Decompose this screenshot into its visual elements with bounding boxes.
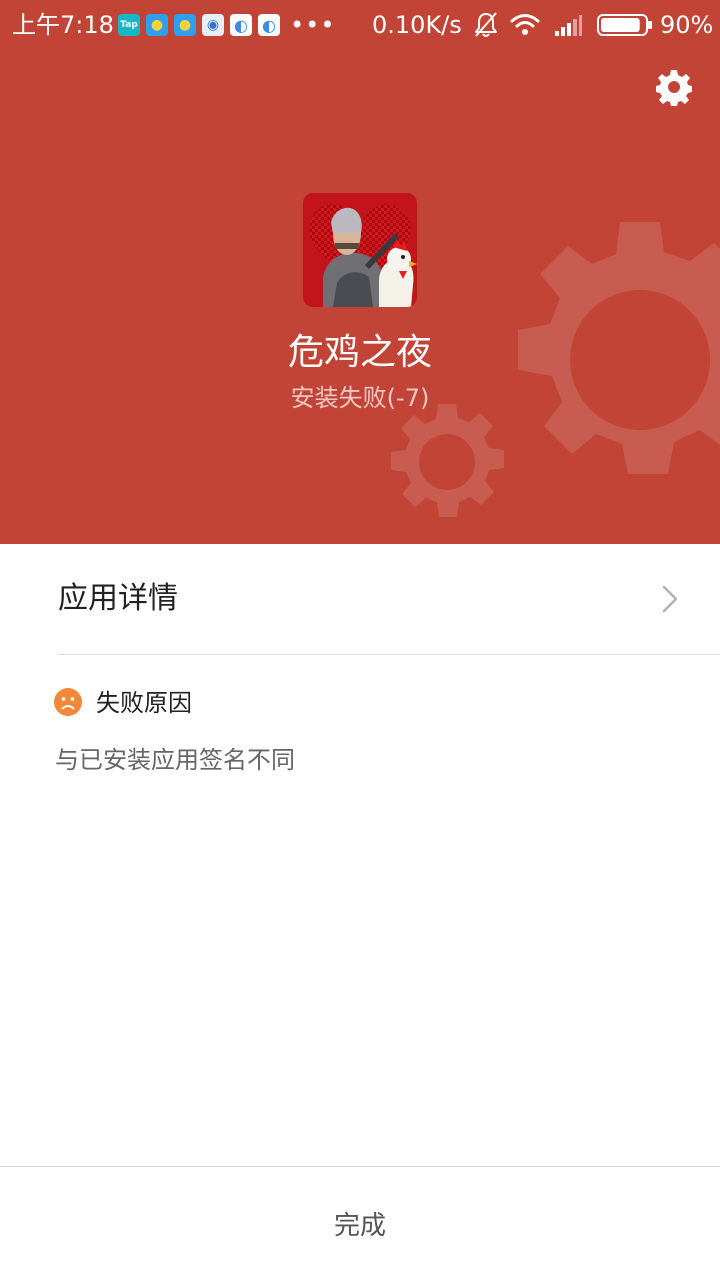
bottom-action-bar: 完成 xyxy=(0,1166,720,1280)
browser-icon: ◐ xyxy=(258,14,280,36)
sad-face-icon xyxy=(54,688,82,716)
network-speed: 0.10K/s xyxy=(372,11,462,39)
signal-icon xyxy=(555,15,582,36)
settings-gear-icon[interactable] xyxy=(654,67,694,107)
wifi-icon xyxy=(510,14,540,35)
bell-muted-icon xyxy=(475,12,497,37)
install-status: 安装失败(-7) xyxy=(290,384,430,412)
more-notifications-indicator: ••• xyxy=(290,11,336,39)
app-details-row[interactable]: 应用详情 xyxy=(0,544,720,654)
app-details-label: 应用详情 xyxy=(58,581,178,616)
failure-reason-title: 失败原因 xyxy=(96,689,192,717)
failure-reason-text: 与已安装应用签名不同 xyxy=(55,746,295,774)
status-time: 上午7:18 xyxy=(12,11,114,39)
battery-percentage: 90% xyxy=(660,11,714,39)
app-store-icon: ◉ xyxy=(202,14,224,36)
battery-icon xyxy=(597,14,652,36)
app-name: 危鸡之夜 xyxy=(287,332,432,373)
install-result-header: 上午7:18 Tap ● ● ◉ ◐ ◐ ••• 0.10K/s 90% 危鸡之… xyxy=(0,0,720,544)
qq-icon: ● xyxy=(174,14,196,36)
browser-icon: ◐ xyxy=(230,14,252,36)
done-button[interactable]: 完成 xyxy=(0,1167,720,1280)
notification-icons: Tap ● ● ◉ ◐ ◐ ••• xyxy=(118,12,335,38)
app-icon xyxy=(303,193,417,307)
taptap-icon: Tap xyxy=(118,14,140,36)
qq-icon: ● xyxy=(146,14,168,36)
small-gear-decoration-icon xyxy=(391,404,504,517)
divider xyxy=(58,654,720,655)
status-bar: 上午7:18 Tap ● ● ◉ ◐ ◐ ••• 0.10K/s 90% xyxy=(0,0,720,50)
chevron-right-icon xyxy=(662,585,678,613)
